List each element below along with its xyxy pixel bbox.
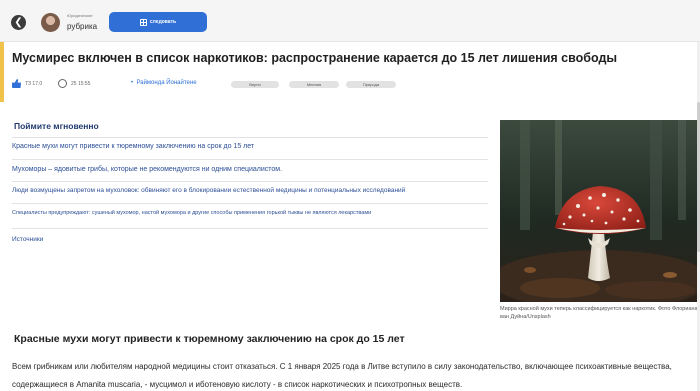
- top-bar: ❮ Юридические рубрика следовать: [0, 0, 700, 42]
- publish-time: 25 15:55: [71, 81, 91, 87]
- section-heading: Красные мухи могут привести к тюремному …: [14, 333, 405, 345]
- divider: [12, 203, 488, 204]
- tag-chip[interactable]: Мнения: [289, 81, 339, 88]
- divider: [12, 228, 488, 229]
- article-photo[interactable]: [500, 120, 700, 302]
- avatar[interactable]: [41, 13, 60, 32]
- author-name: Раймонда Йонайтене: [136, 80, 197, 86]
- summary-item[interactable]: Мухоморы – ядовитые грибы, которые не ре…: [12, 166, 282, 173]
- author-link[interactable]: • Раймонда Йонайтене: [131, 80, 197, 86]
- tag-chip[interactable]: Природа: [346, 81, 396, 88]
- publish-date: ТЗ 17.0: [25, 81, 43, 87]
- photo-caption: Мирра красной мухи теперь классифицирует…: [500, 306, 698, 320]
- thumbs-up-icon[interactable]: [12, 79, 21, 88]
- page-title: Мусмирес включен в список наркотиков: ра…: [12, 51, 618, 65]
- section-name[interactable]: рубрика: [67, 22, 97, 31]
- article-paragraph: Всем грибникам или любителям народной ме…: [12, 362, 672, 389]
- clock-icon: [58, 79, 67, 88]
- plus-square-icon: [139, 18, 147, 26]
- divider: [12, 181, 488, 182]
- section-category-label: Юридические: [67, 13, 93, 18]
- follow-button[interactable]: следовать: [109, 12, 207, 32]
- summary-item[interactable]: Люди возмущены запретом на мухоловок: об…: [12, 187, 405, 194]
- mushroom-image: [500, 120, 700, 302]
- tag-chip[interactable]: Вирно: [231, 81, 279, 88]
- summary-title: Поймите мгновенно: [14, 121, 99, 131]
- sources-link[interactable]: Источники: [12, 236, 43, 243]
- divider: [12, 137, 488, 138]
- summary-item[interactable]: Специалисты предупреждают: сушеный мухом…: [12, 210, 371, 216]
- back-button[interactable]: ❮: [11, 15, 26, 30]
- summary-item[interactable]: Красные мухи могут привести к тюремному …: [12, 143, 254, 150]
- arrow-left-icon: ❮: [14, 17, 23, 28]
- title-accent-bar: [0, 42, 4, 102]
- follow-button-label: следовать: [149, 19, 177, 25]
- divider: [12, 159, 488, 160]
